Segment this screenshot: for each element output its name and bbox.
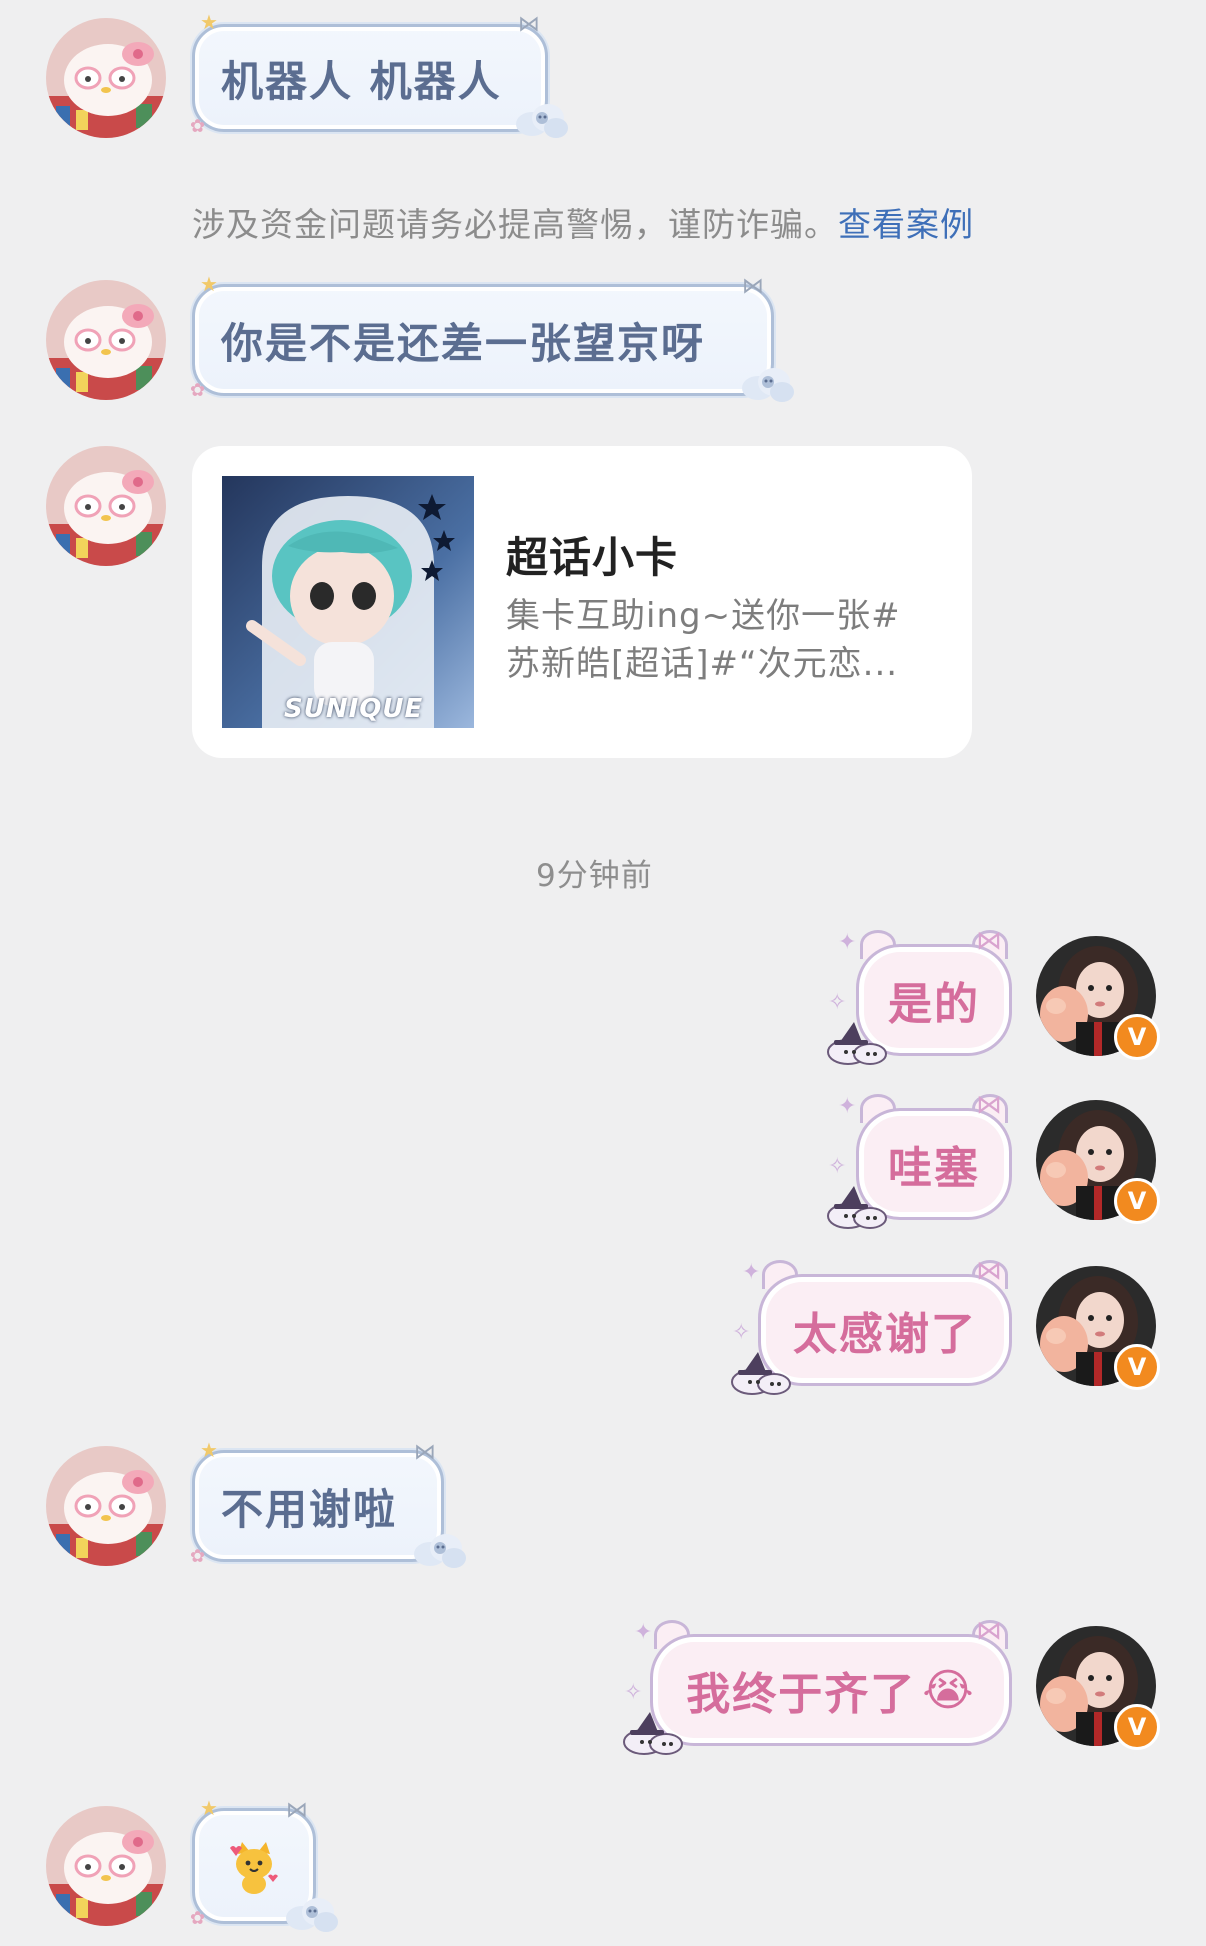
message-bubble[interactable]: 你是不是还差一张望京呀 bbox=[192, 284, 774, 396]
cloud-icon bbox=[742, 368, 794, 402]
sparkle-icon: ✦ bbox=[838, 1094, 857, 1119]
avatar[interactable] bbox=[46, 280, 166, 400]
star-icon: ★ bbox=[200, 1438, 218, 1462]
verified-badge: V bbox=[1114, 1178, 1160, 1224]
sparkle-icon: ✧ bbox=[732, 1320, 751, 1345]
message-text: 我终于齐了 bbox=[686, 1669, 917, 1720]
avatar[interactable] bbox=[46, 1806, 166, 1926]
bow-icon: ⋈ bbox=[518, 12, 540, 37]
verified-badge: V bbox=[1114, 1014, 1160, 1060]
card-description-line: 苏新皓[超话]#“次元恋... bbox=[506, 644, 899, 684]
bow-icon: ⋈ bbox=[976, 1256, 1002, 1286]
verified-badge: V bbox=[1114, 1704, 1160, 1750]
avatar[interactable] bbox=[46, 446, 166, 566]
message-bubble[interactable]: 不用谢啦 bbox=[192, 1450, 444, 1562]
sparkle-icon: ✦ bbox=[742, 1260, 761, 1285]
flower-icon: ✿ bbox=[190, 116, 206, 137]
timestamp: 9分钟前 bbox=[536, 858, 653, 894]
flower-icon: ✿ bbox=[190, 1908, 206, 1929]
cat-sticker-icon bbox=[230, 1842, 278, 1894]
fraud-warning-notice: 涉及资金问题请务必提高警惕，谨防诈骗。查看案例 bbox=[192, 198, 974, 246]
sparkle-icon: ✦ bbox=[838, 930, 857, 955]
witch-cloud-icon bbox=[623, 1711, 683, 1755]
message-text: 是的 bbox=[888, 979, 980, 1030]
card-description-line: 集卡互助ing~送你一张# bbox=[506, 596, 901, 636]
message-bubble[interactable]: 机器人 机器人 bbox=[192, 24, 548, 132]
notice-text: 涉及资金问题请务必提高警惕，谨防诈骗。 bbox=[192, 205, 838, 244]
sparkle-icon: ✧ bbox=[624, 1680, 643, 1705]
sparkle-icon: ✧ bbox=[828, 1154, 847, 1179]
witch-cloud-icon bbox=[731, 1351, 791, 1395]
sparkle-icon: ✦ bbox=[634, 1620, 653, 1645]
star-icon: ★ bbox=[200, 272, 218, 296]
card-thumbnail: SUNIQUE bbox=[222, 476, 474, 728]
sparkle-icon: ✧ bbox=[828, 990, 847, 1015]
message-text: 哇塞 bbox=[888, 1143, 980, 1194]
bow-icon: ⋈ bbox=[286, 1798, 308, 1823]
avatar[interactable] bbox=[46, 18, 166, 138]
witch-cloud-icon bbox=[827, 1021, 887, 1065]
thumbnail-label: SUNIQUE bbox=[284, 694, 424, 724]
message-text: 你是不是还差一张望京呀 bbox=[221, 318, 706, 368]
flower-icon: ✿ bbox=[190, 380, 206, 401]
bow-icon: ⋈ bbox=[976, 1616, 1002, 1646]
cloud-icon bbox=[516, 104, 568, 138]
cloud-icon bbox=[286, 1898, 338, 1932]
bow-icon: ⋈ bbox=[742, 274, 764, 299]
star-icon: ★ bbox=[200, 10, 218, 34]
card-title: 超话小卡 bbox=[506, 533, 679, 582]
message-bubble[interactable]: 我终于齐了 😭 bbox=[650, 1634, 1012, 1746]
card-description: 集卡互助ing~送你一张# 苏新皓[超话]#“次元恋... bbox=[506, 592, 946, 688]
cloud-icon bbox=[414, 1534, 466, 1568]
flower-icon: ✿ bbox=[190, 1546, 206, 1567]
bow-icon: ⋈ bbox=[414, 1440, 436, 1465]
bow-icon: ⋈ bbox=[976, 1090, 1002, 1120]
avatar[interactable] bbox=[46, 1446, 166, 1566]
bow-icon: ⋈ bbox=[976, 926, 1002, 956]
star-icon: ★ bbox=[200, 1796, 218, 1820]
message-text: 太感谢了 bbox=[793, 1309, 977, 1360]
super-topic-card[interactable]: SUNIQUE 超话小卡 集卡互助ing~送你一张# 苏新皓[超话]#“次元恋.… bbox=[192, 446, 972, 758]
message-text: 机器人 机器人 bbox=[221, 56, 502, 106]
message-bubble[interactable]: 太感谢了 bbox=[758, 1274, 1012, 1386]
message-text: 不用谢啦 bbox=[221, 1484, 398, 1534]
crying-emoji: 😭 bbox=[922, 1664, 976, 1716]
witch-cloud-icon bbox=[827, 1185, 887, 1229]
view-cases-link[interactable]: 查看案例 bbox=[838, 205, 974, 244]
verified-badge: V bbox=[1114, 1344, 1160, 1390]
